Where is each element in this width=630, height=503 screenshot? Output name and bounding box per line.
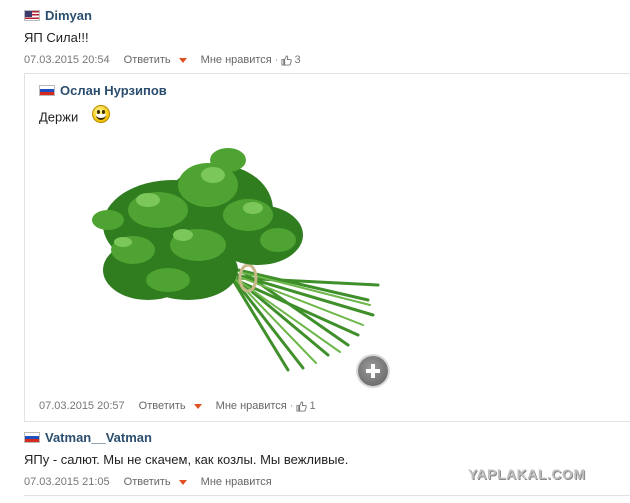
comment-author[interactable]: Dimyan	[45, 8, 92, 23]
us-flag-icon	[24, 9, 40, 21]
smiley-icon	[91, 105, 110, 123]
comment-text: ЯП Сила!!!	[24, 30, 89, 45]
comment-header: Vatman__Vatman	[24, 428, 624, 446]
comment-divider	[24, 421, 630, 422]
comment-text-body: Держи	[39, 109, 79, 125]
separator-dot: ·	[274, 54, 279, 66]
reply-button[interactable]: Ответить	[124, 54, 171, 66]
reply-dropdown-caret-icon[interactable]	[178, 479, 187, 485]
comment-text: ЯПу - салют. Мы не скачем, как козлы. Мы…	[24, 452, 349, 467]
zoom-in-button[interactable]	[358, 356, 388, 386]
comment-meta: 07.03.2015 20:54 Ответить Мне нравится ·…	[24, 52, 624, 68]
reply-button[interactable]: Ответить	[124, 476, 171, 488]
comment-date: 07.03.2015 21:05	[24, 476, 110, 488]
thumbs-up-icon[interactable]	[281, 54, 293, 66]
ru-flag-icon	[39, 84, 55, 96]
comment-oslan-meta: 07.03.2015 20:57 Ответить Мне нравится ·…	[39, 398, 619, 414]
comment-date: 07.03.2015 20:54	[24, 54, 110, 66]
reply-dropdown-caret-icon[interactable]	[193, 403, 202, 409]
comment-author[interactable]: Vatman__Vatman	[45, 430, 152, 445]
comment-oslan: Ослан Нурзипов Держи	[39, 81, 619, 127]
like-count: 1	[309, 400, 316, 412]
reply-button[interactable]: Ответить	[139, 400, 186, 412]
comment-header: Dimyan	[24, 6, 624, 24]
comment-dimyan: Dimyan ЯП Сила!!! 07.03.2015 20:54 Ответ…	[24, 6, 624, 68]
reply-dropdown-caret-icon[interactable]	[178, 57, 187, 63]
comment-text: Держи	[39, 105, 619, 127]
like-button[interactable]: Мне нравится	[216, 400, 287, 412]
like-count: 3	[294, 54, 301, 66]
parsley-image[interactable]	[78, 130, 388, 390]
comment-date: 07.03.2015 20:57	[39, 400, 125, 412]
ru-flag-icon	[24, 431, 40, 443]
like-button[interactable]: Мне нравится	[201, 54, 272, 66]
comment-author[interactable]: Ослан Нурзипов	[60, 83, 167, 98]
thumbs-up-icon[interactable]	[296, 400, 308, 412]
site-watermark: YAPLAKAL.COM	[468, 466, 586, 482]
parsley-bunch-image	[92, 148, 380, 372]
comment-header: Ослан Нурзипов	[39, 81, 619, 99]
separator-dot: ·	[289, 400, 294, 412]
comment-divider	[24, 73, 630, 74]
thread-indent-line	[24, 74, 25, 422]
like-button[interactable]: Мне нравится	[201, 476, 272, 488]
comment-divider	[24, 495, 630, 496]
comment-meta: 07.03.2015 20:57 Ответить Мне нравится ·…	[39, 398, 619, 414]
